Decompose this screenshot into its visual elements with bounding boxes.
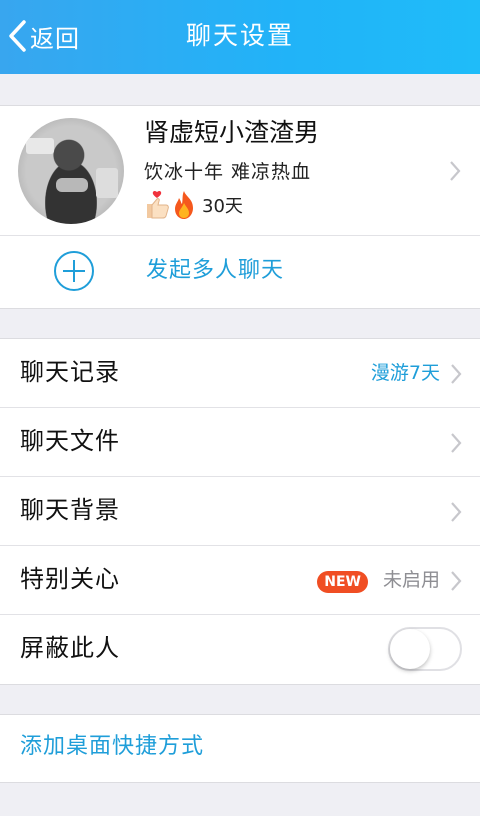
add-shortcut-row[interactable]: 添加桌面快捷方式 xyxy=(0,714,480,783)
chevron-right-icon xyxy=(451,571,462,591)
badges: 30天 xyxy=(144,190,243,220)
start-group-chat-row[interactable]: 发起多人聊天 xyxy=(0,236,480,308)
chat-files-label: 聊天文件 xyxy=(20,427,120,455)
new-badge: NEW xyxy=(317,571,368,593)
chat-files-row[interactable]: 聊天文件 xyxy=(0,408,480,477)
chat-history-label: 聊天记录 xyxy=(20,358,120,386)
special-care-row[interactable]: 特别关心 NEW 未启用 xyxy=(0,546,480,615)
chat-history-row[interactable]: 聊天记录 漫游7天 xyxy=(0,339,480,408)
start-group-chat-label: 发起多人聊天 xyxy=(146,258,285,283)
thumbs-up-heart-icon xyxy=(147,190,169,219)
chat-background-label: 聊天背景 xyxy=(20,496,120,524)
chevron-right-icon xyxy=(451,502,462,522)
special-care-label: 特别关心 xyxy=(20,565,120,593)
block-user-label: 屏蔽此人 xyxy=(20,634,120,662)
roaming-days-value: 漫游7天 xyxy=(370,362,440,384)
chat-background-row[interactable]: 聊天背景 xyxy=(0,477,480,546)
fire-icon xyxy=(175,191,193,219)
chevron-right-icon xyxy=(451,364,462,384)
settings-list: 聊天记录 漫游7天 聊天文件 聊天背景 特别关心 NEW 未启用 屏蔽此人 xyxy=(0,338,480,685)
plus-circle-icon xyxy=(54,251,94,291)
block-user-row: 屏蔽此人 xyxy=(0,615,480,684)
add-shortcut-label: 添加桌面快捷方式 xyxy=(20,734,205,759)
nickname: 肾虚短小渣渣男 xyxy=(144,118,320,147)
page-title: 聊天设置 xyxy=(185,21,294,50)
avatar[interactable] xyxy=(18,118,124,224)
chevron-right-icon xyxy=(451,433,462,453)
continuous-days: 30天 xyxy=(202,196,243,217)
chevron-right-icon xyxy=(450,161,461,181)
nav-bar: 返回 聊天设置 xyxy=(0,0,480,74)
signature: 饮冰十年 难凉热血 xyxy=(144,161,312,183)
block-user-toggle[interactable] xyxy=(388,627,462,671)
special-care-status: 未启用 xyxy=(382,569,440,591)
toggle-knob xyxy=(390,629,430,669)
